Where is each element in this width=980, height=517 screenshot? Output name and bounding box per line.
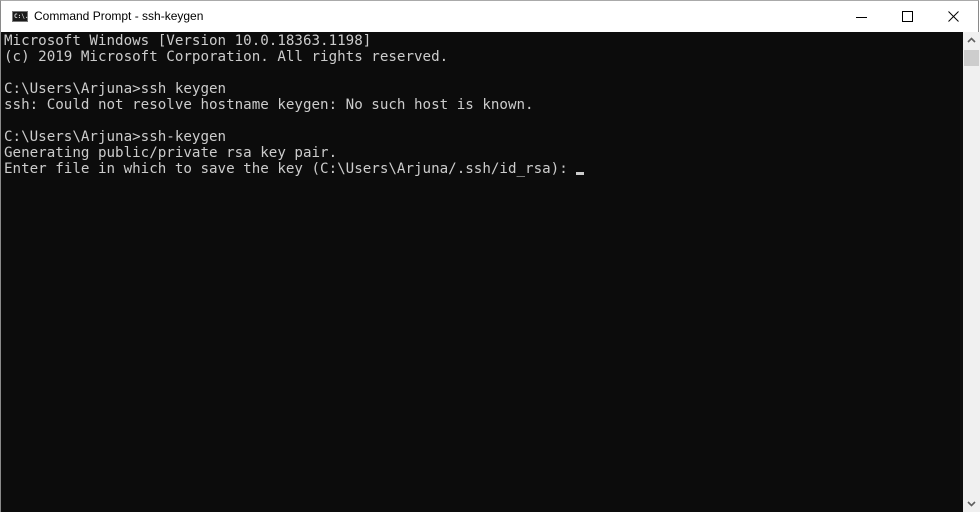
console-line: Generating public/private rsa key pair. xyxy=(4,145,338,161)
console-output[interactable]: Microsoft Windows [Version 10.0.18363.11… xyxy=(1,32,963,512)
scroll-down-button[interactable] xyxy=(963,495,980,512)
chevron-down-icon xyxy=(967,501,976,507)
scroll-up-button[interactable] xyxy=(963,32,980,49)
console-line: (c) 2019 Microsoft Corporation. All righ… xyxy=(4,49,449,65)
window-title: Command Prompt - ssh-keygen xyxy=(34,9,204,23)
minimize-button[interactable] xyxy=(839,1,885,32)
text-cursor xyxy=(575,172,584,175)
maximize-button[interactable] xyxy=(885,1,931,32)
vertical-scrollbar[interactable] xyxy=(963,32,980,512)
close-icon xyxy=(948,11,959,22)
console-line: C:\Users\Arjuna>ssh-keygen xyxy=(4,129,227,145)
console-line: ssh: Could not resolve hostname keygen: … xyxy=(4,97,534,113)
close-button[interactable] xyxy=(931,1,977,32)
title-bar[interactable]: C:\. Command Prompt - ssh-keygen xyxy=(1,1,978,32)
command-prompt-window: C:\. Command Prompt - ssh-keygen Microso… xyxy=(0,0,980,512)
minimize-icon xyxy=(856,17,867,18)
console-line: C:\Users\Arjuna>ssh keygen xyxy=(4,81,227,97)
maximize-icon xyxy=(902,11,913,22)
chevron-up-icon xyxy=(967,37,976,43)
console-text: Microsoft Windows [Version 10.0.18363.11… xyxy=(1,32,963,177)
console-line: Enter file in which to save the key (C:\… xyxy=(4,161,963,177)
scroll-thumb[interactable] xyxy=(964,50,979,66)
console-line: Microsoft Windows [Version 10.0.18363.11… xyxy=(4,33,372,49)
command-prompt-icon[interactable]: C:\. xyxy=(12,11,28,22)
